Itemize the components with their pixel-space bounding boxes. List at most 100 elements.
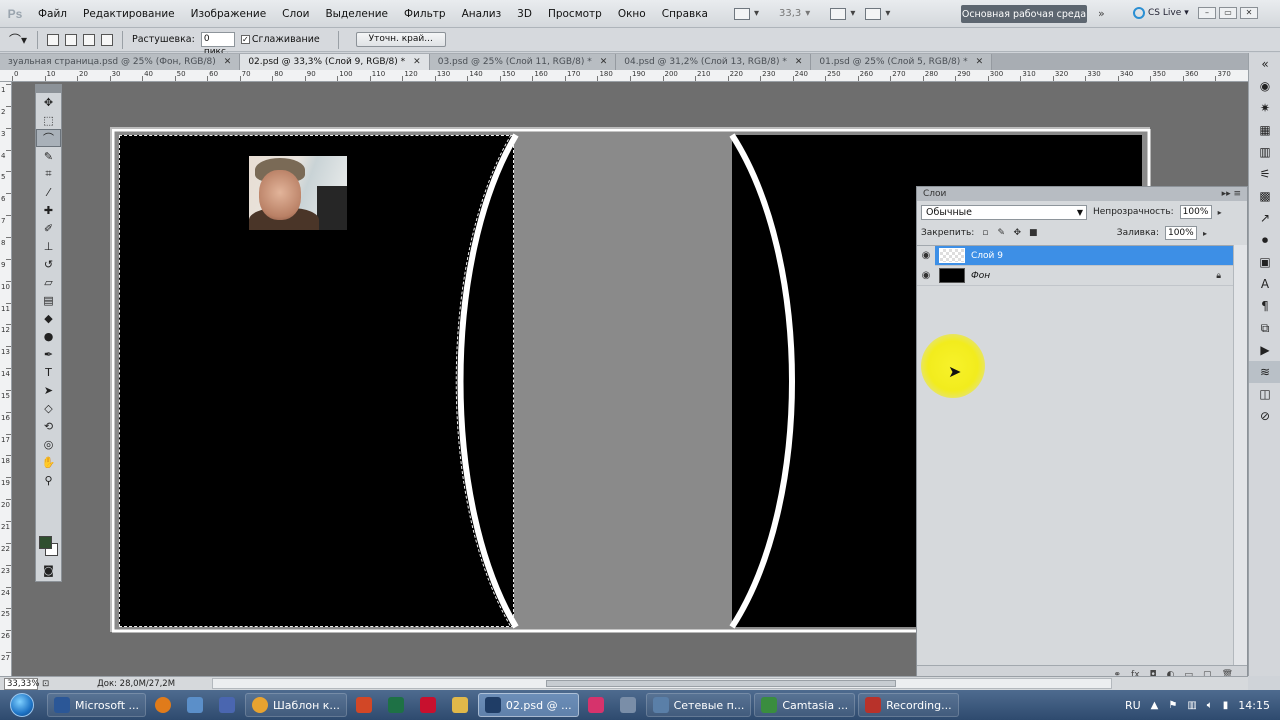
workspace-button[interactable]: Основная рабочая среда (961, 5, 1087, 23)
toolbox-header[interactable] (36, 85, 61, 93)
navigator-icon[interactable]: ↗ (1249, 207, 1280, 229)
pen-tool-icon[interactable]: ✒ (36, 345, 61, 363)
taskbar-item-active[interactable]: 02.psd @ ... (477, 693, 579, 717)
zoom-tool-icon[interactable]: ⚲ (36, 471, 61, 489)
doc-tab[interactable]: 03.psd @ 25% (Слой 11, RGB/8) * ✕ (429, 54, 617, 70)
doc-tab-active[interactable]: 02.psd @ 33,3% (Слой 9, RGB/8) * ✕ (240, 54, 430, 70)
clone-source-icon[interactable]: ⧉ (1249, 317, 1280, 339)
foreground-color-swatch[interactable] (39, 536, 52, 549)
screen-mode-control[interactable]: ▾ (734, 7, 759, 20)
masks-icon[interactable]: ▩ (1249, 185, 1280, 207)
taskbar-item[interactable]: Сетевые п... (645, 693, 752, 717)
fill-input[interactable]: 100% (1164, 226, 1197, 240)
character-icon[interactable]: A (1249, 273, 1280, 295)
taskbar-item[interactable]: Шаблон к... (245, 693, 347, 717)
close-icon[interactable]: ✕ (1240, 7, 1258, 19)
gear-icon[interactable]: ✷ (1249, 97, 1280, 119)
styles-icon[interactable]: ▥ (1249, 141, 1280, 163)
indesign-icon[interactable] (581, 693, 611, 717)
taskbar-item[interactable]: Microsoft ... (47, 693, 147, 717)
network-tray-icon[interactable]: ▥ (1187, 700, 1196, 711)
minimize-icon[interactable]: – (1198, 7, 1216, 19)
3d-orbit-icon[interactable]: ◎ (36, 435, 61, 453)
horizontal-scroll-thumb[interactable] (546, 680, 896, 687)
start-button[interactable] (0, 690, 44, 720)
ruler-horizontal[interactable]: 0 10 20 30 40 50 60 70 80 90 100 110 120 130 140 150 160… (0, 70, 1248, 82)
layer-row-layer9[interactable]: ◉ Слой 9 (917, 245, 1233, 266)
3d-panel-icon[interactable]: ◉ (1249, 75, 1280, 97)
type-tool-icon[interactable]: T (36, 363, 61, 381)
add-selection-icon[interactable] (65, 33, 77, 46)
swatches-icon[interactable]: ▦ (1249, 119, 1280, 141)
eye-icon[interactable]: ◉ (917, 245, 935, 266)
doc-tab[interactable]: 04.psd @ 31,2% (Слой 13, RGB/8) * ✕ (616, 54, 812, 70)
lock-transparency-icon[interactable]: ▫ (980, 228, 990, 238)
ruler-vertical[interactable]: 1 2 3 4 5 6 7 8 9 10 11 12 13 14 15 16 17 18 19 20 21 22 23 24 2… (0, 82, 12, 676)
path-select-icon[interactable]: ➤ (36, 381, 61, 399)
quick-mask-icon[interactable]: ◙ (36, 561, 61, 579)
tray-expand-icon[interactable]: ▲ (1151, 700, 1159, 711)
refine-edge-button[interactable]: Уточн. край... (355, 32, 446, 47)
brush-tool-icon[interactable]: ✐ (36, 219, 61, 237)
layers-panel-header[interactable]: Слои ▸▸ ≡ (917, 187, 1247, 201)
lock-all-icon[interactable]: ■ (1028, 228, 1038, 238)
shape-tool-icon[interactable]: ◇ (36, 399, 61, 417)
close-icon[interactable]: ✕ (413, 57, 421, 67)
paths-icon[interactable]: ⊘ (1249, 405, 1280, 427)
menu-file[interactable]: Файл (30, 8, 75, 20)
taskbar-item[interactable]: Recording... (858, 693, 959, 717)
layer-row-background[interactable]: ◉ Фон 🔒︎ (917, 266, 1233, 286)
mail-icon[interactable] (613, 693, 643, 717)
gradient-tool-icon[interactable]: ▤ (36, 291, 61, 309)
arrange-documents-control[interactable]: ▾ (830, 7, 855, 20)
collapse-icon[interactable]: ▸▸ ≡ (1222, 189, 1241, 199)
crop-tool-icon[interactable]: ⌗ (36, 165, 61, 183)
clock[interactable]: 14:15 (1238, 699, 1270, 712)
close-icon[interactable]: ✕ (795, 57, 803, 67)
histogram-icon[interactable]: ⏺ (1249, 229, 1280, 251)
zoom-level-input[interactable]: 33,33% (4, 677, 39, 690)
clone-stamp-icon[interactable]: ⊥ (36, 237, 61, 255)
doc-tab[interactable]: зуальная страница.psd @ 25% (Фон, RGB/8)… (0, 54, 241, 70)
lock-pixels-icon[interactable]: ✎ (996, 228, 1006, 238)
acrobat-icon[interactable] (413, 693, 443, 717)
menu-view[interactable]: Просмотр (540, 8, 610, 20)
move-tool-icon[interactable]: ✥ (36, 93, 61, 111)
powerpoint-icon[interactable] (349, 693, 379, 717)
close-icon[interactable]: ✕ (600, 57, 608, 67)
status-export-icon[interactable]: ⊡ (42, 679, 49, 689)
menu-filter[interactable]: Фильтр (396, 8, 454, 20)
adjustments-icon[interactable]: ⚟ (1249, 163, 1280, 185)
explorer-icon[interactable] (180, 693, 210, 717)
eye-icon[interactable]: ◉ (917, 266, 935, 286)
intersect-selection-icon[interactable] (101, 33, 113, 46)
lasso-tool-icon[interactable]: ⌒ (36, 129, 61, 147)
expand-panels-icon[interactable]: « (1249, 53, 1280, 75)
screen-layout-control[interactable]: ▾ (865, 7, 890, 20)
doc-tab[interactable]: 01.psd @ 25% (Слой 5, RGB/8) * ✕ (811, 54, 993, 70)
feather-input[interactable]: 0 пикс. (200, 32, 235, 57)
more-workspaces-icon[interactable]: » (1098, 7, 1105, 20)
menu-layer[interactable]: Слои (274, 8, 317, 20)
eraser-tool-icon[interactable]: ▱ (36, 273, 61, 291)
close-icon[interactable]: ✕ (224, 57, 232, 67)
opacity-input[interactable]: 100% (1179, 205, 1212, 219)
taskbar-item[interactable]: Camtasia ... (754, 693, 856, 717)
lasso-tool-preset-icon[interactable]: ⌒▾ (8, 32, 28, 48)
flag-icon[interactable]: ⚑ (1168, 700, 1177, 711)
close-icon[interactable]: ✕ (976, 57, 984, 67)
3d-rotate-icon[interactable]: ⟲ (36, 417, 61, 435)
opacity-slider-icon[interactable]: ▸ (1218, 208, 1222, 217)
restore-icon[interactable]: ▭ (1219, 7, 1237, 19)
blend-mode-select[interactable]: Обычные ▼ (921, 204, 1087, 220)
menu-analysis[interactable]: Анализ (454, 8, 510, 20)
new-selection-icon[interactable] (47, 33, 59, 46)
power-icon[interactable]: ▮ (1223, 700, 1229, 711)
layers-scrollbar[interactable] (1233, 245, 1247, 665)
fill-slider-icon[interactable]: ▸ (1203, 229, 1207, 238)
zoom-control[interactable]: 33,3 ▾ (779, 8, 810, 19)
horizontal-scrollbar[interactable] (212, 678, 1112, 689)
blur-tool-icon[interactable]: ◆ (36, 309, 61, 327)
layers-icon[interactable]: ≋ (1249, 361, 1280, 383)
channels-icon[interactable]: ◫ (1249, 383, 1280, 405)
